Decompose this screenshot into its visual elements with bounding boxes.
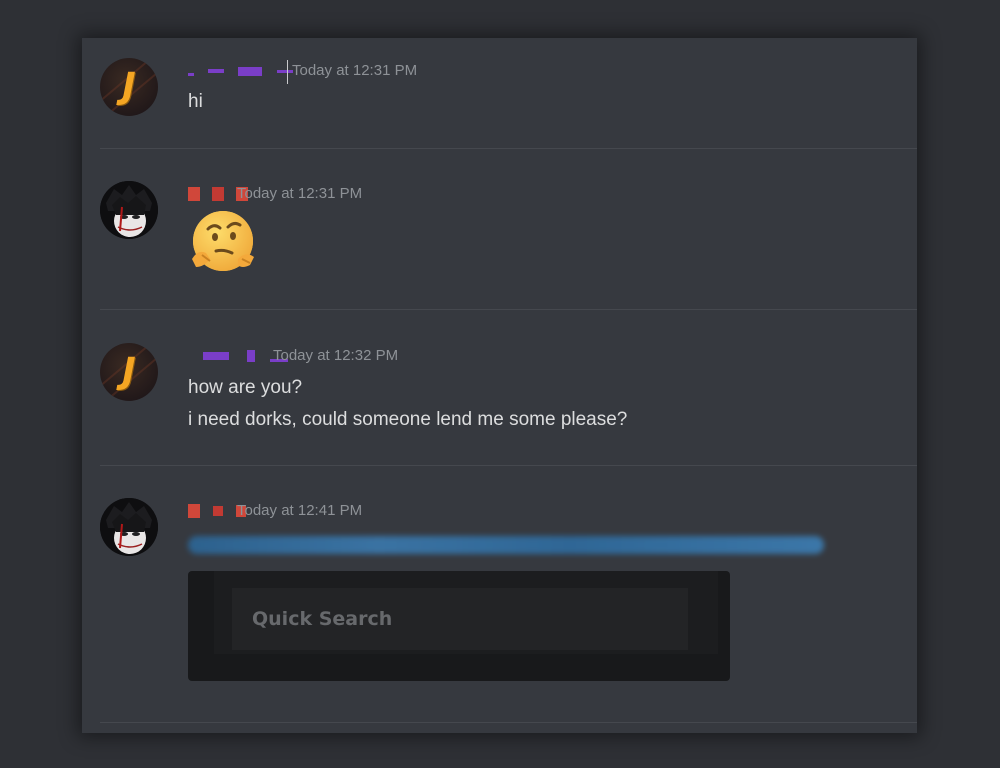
embed-preview: Quick Search bbox=[214, 571, 718, 654]
message-divider bbox=[100, 309, 917, 310]
message-4: Today at 12:41 PM Quick Search bbox=[100, 498, 917, 728]
masked-face-icon bbox=[100, 498, 158, 556]
timestamp: Today at 12:31 PM bbox=[237, 185, 363, 202]
avatar[interactable] bbox=[100, 181, 158, 239]
message-1: J Today at 12:31 PM hi bbox=[100, 58, 917, 148]
search-placeholder: Quick Search bbox=[252, 608, 393, 630]
link-embed[interactable]: Quick Search bbox=[188, 571, 730, 681]
username[interactable] bbox=[188, 62, 294, 78]
chat-window: J Today at 12:31 PM hi Today at 12:31 PM… bbox=[82, 38, 917, 733]
message-divider bbox=[100, 465, 917, 466]
timestamp: Today at 12:32 PM bbox=[273, 347, 399, 364]
masked-face-icon bbox=[100, 181, 158, 239]
j-logo-icon: J bbox=[122, 351, 136, 392]
message-2: Today at 12:31 PM bbox=[100, 181, 917, 301]
thinking-emoji-icon[interactable] bbox=[188, 209, 256, 282]
message-text: how are you? bbox=[188, 377, 303, 398]
search-input[interactable]: Quick Search bbox=[232, 588, 688, 650]
j-logo-icon: J bbox=[122, 66, 136, 107]
avatar[interactable] bbox=[100, 498, 158, 556]
message-text: i need dorks, could someone lend me some… bbox=[188, 409, 628, 430]
message-3: J Today at 12:32 PM how are you? i need … bbox=[100, 343, 917, 473]
message-text: hi bbox=[188, 91, 203, 112]
message-divider bbox=[100, 722, 917, 723]
blurred-link[interactable] bbox=[188, 536, 824, 554]
avatar[interactable]: J bbox=[100, 343, 158, 401]
avatar[interactable]: J bbox=[100, 58, 158, 116]
text-caret bbox=[287, 60, 288, 84]
timestamp: Today at 12:41 PM bbox=[237, 502, 363, 519]
timestamp: Today at 12:31 PM bbox=[292, 62, 418, 79]
message-divider bbox=[100, 148, 917, 149]
